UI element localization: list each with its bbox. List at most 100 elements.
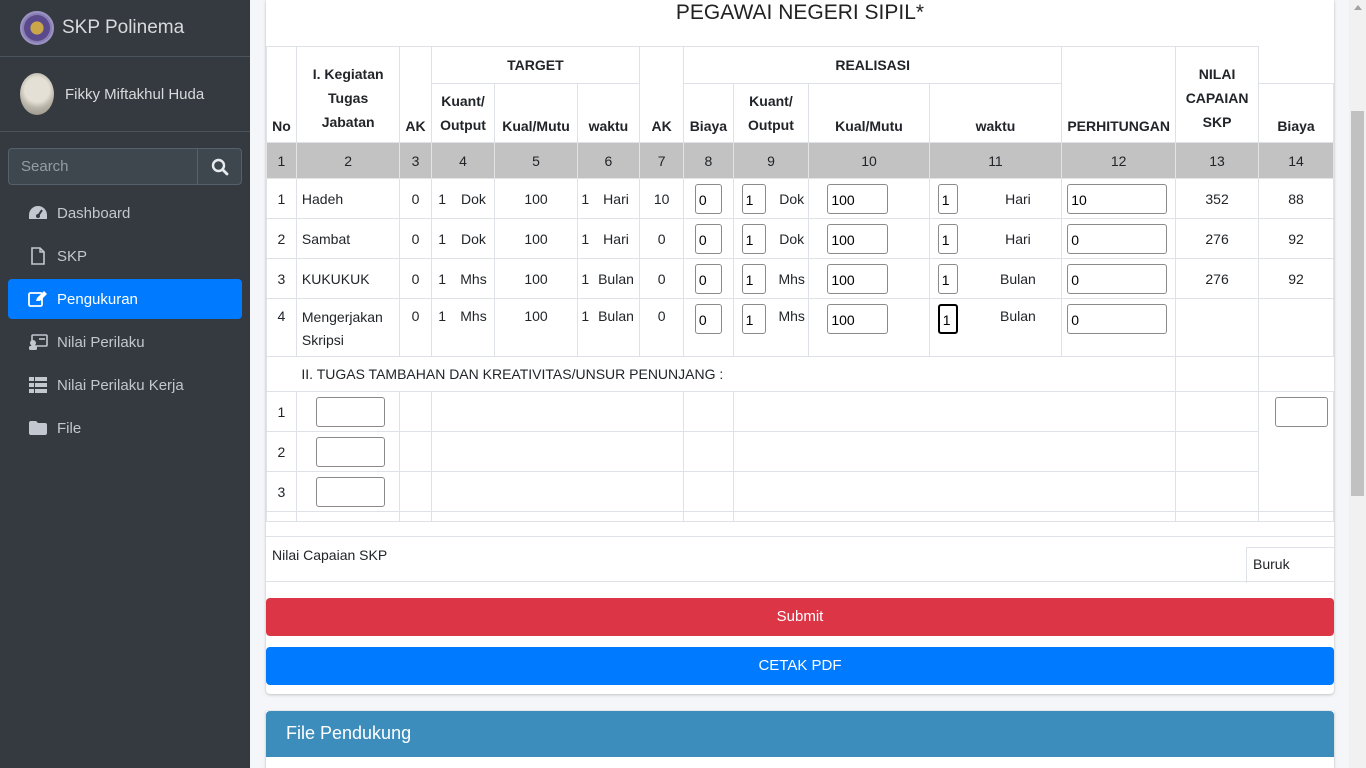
row-t-biaya: 10: [639, 178, 685, 219]
realisasi-waktu-input[interactable]: [937, 263, 958, 294]
row-r-kual-cell: [808, 178, 930, 219]
header-target: TARGET: [430, 46, 641, 84]
realisasi-kuant-input[interactable]: [741, 223, 766, 254]
section2-kegiatan-input[interactable]: [315, 436, 385, 467]
section2-spacer: [266, 356, 297, 392]
realisasi-kuant-input[interactable]: [741, 304, 766, 334]
row-perhitungan: [1175, 298, 1259, 357]
row-r-waktu-cell: [928, 218, 975, 259]
section2-input-cell: [295, 471, 401, 512]
sidebar-item-nilai-perilaku-kerja[interactable]: Nilai Perilaku Kerja: [8, 365, 242, 405]
sidebar-search: [8, 148, 242, 185]
user-name[interactable]: Fikky Miftakhul Huda: [65, 86, 204, 103]
section2-row: 1: [266, 391, 1334, 512]
row-t-kual: 100: [494, 258, 578, 299]
row-r-waktu-cell: [928, 258, 975, 299]
empty-cell: [399, 391, 432, 432]
scrollbar-thumb[interactable]: [1351, 111, 1364, 496]
realisasi-kuant-input[interactable]: [741, 183, 766, 214]
nilai-capaian-row: Nilai Capaian SKP Buruk: [266, 536, 1334, 583]
row-t-unit: Mhs: [452, 258, 496, 299]
sidebar-item-pengukuran[interactable]: Pengukuran: [8, 279, 242, 319]
row-r-waktu-cell: [928, 298, 975, 357]
realisasi-kuant-input[interactable]: [741, 263, 766, 294]
realisasi-ak-input[interactable]: [694, 223, 722, 254]
page-scrollbar[interactable]: [1349, 0, 1366, 768]
row-no: 2: [266, 218, 297, 259]
realisasi-ak-input[interactable]: [694, 183, 722, 214]
scroll-up-arrow-icon[interactable]: [1354, 5, 1362, 10]
realisasi-waktu-input[interactable]: [937, 183, 958, 214]
row-r-kuant-cell: [732, 258, 776, 299]
row-r-ak-cell: [683, 178, 734, 219]
page-title: PEGAWAI NEGERI SIPIL*: [675, 1, 925, 24]
id-card-icon: [28, 333, 48, 351]
skp-table: No I. Kegiatan Tugas Jabatan AK TARGET A…: [266, 46, 1334, 522]
col-num: 2: [295, 142, 401, 179]
realisasi-kual-input[interactable]: [827, 304, 889, 334]
realisasi-biaya-input[interactable]: [1067, 183, 1168, 214]
row-t-waktu: 1: [576, 218, 593, 259]
sidebar-item-label: Dashboard: [57, 204, 131, 222]
row-t-unit: Dok: [452, 218, 496, 259]
section2-kegiatan-input[interactable]: [315, 396, 385, 427]
sidebar-item-file[interactable]: File: [8, 408, 242, 448]
realisasi-ak-input[interactable]: [694, 304, 722, 334]
empty-cell: [732, 511, 1177, 522]
realisasi-waktu-input[interactable]: [937, 223, 958, 254]
row-r-biaya-cell: [1061, 258, 1177, 299]
col-num: 11: [928, 142, 1063, 179]
submit-button[interactable]: Submit: [266, 598, 1334, 636]
row-t-biaya: 0: [639, 258, 685, 299]
empty-cell: [1175, 391, 1259, 432]
section2-header-row: II. TUGAS TAMBAHAN DAN KREATIVITAS/UNSUR…: [266, 356, 1334, 392]
col-num: 13: [1175, 142, 1259, 179]
section2-input-cell: [295, 431, 401, 472]
section2-spacer-row: [266, 511, 1334, 522]
col-num: 9: [732, 142, 810, 179]
realisasi-ak-input[interactable]: [694, 263, 722, 294]
realisasi-kual-input[interactable]: [827, 183, 889, 214]
realisasi-biaya-input[interactable]: [1067, 223, 1168, 254]
row-t-waktu: 1: [576, 178, 593, 219]
realisasi-kual-input[interactable]: [827, 263, 889, 294]
empty-cell: [430, 511, 685, 522]
file-pendukung-card: File Pendukung: [266, 711, 1334, 768]
search-icon: [211, 158, 228, 175]
realisasi-waktu-input[interactable]: [937, 304, 958, 334]
brand-logo: [20, 11, 54, 45]
realisasi-biaya-input[interactable]: [1067, 304, 1168, 334]
user-panel[interactable]: Fikky Miftakhul Huda: [0, 57, 250, 132]
section2-input-cell: [295, 391, 401, 432]
empty-cell: [430, 391, 685, 432]
empty-cell: [683, 391, 734, 432]
section2-kegiatan-input[interactable]: [315, 476, 385, 507]
header-r-kuant: Kuant/ Output: [732, 83, 810, 143]
sidebar-item-label: Nilai Perilaku: [57, 333, 145, 351]
search-input[interactable]: [8, 148, 197, 185]
header-nilai-capaian: NILAI CAPAIAN SKP: [1175, 46, 1259, 143]
sidebar-item-nilai-perilaku[interactable]: Nilai Perilaku: [8, 322, 242, 362]
search-button[interactable]: [197, 148, 242, 185]
row-r-unit: Mhs: [775, 298, 810, 357]
empty-cell: [430, 471, 685, 512]
realisasi-biaya-input[interactable]: [1067, 263, 1168, 294]
row-t-waktu-unit: Hari: [592, 218, 641, 259]
row-nilai: 92: [1258, 258, 1334, 299]
header-t-waktu: waktu: [576, 83, 641, 143]
sidebar-item-dashboard[interactable]: Dashboard: [8, 193, 242, 233]
row-ak: 0: [399, 258, 432, 299]
header-t-biaya: Biaya: [683, 83, 734, 143]
row-t-unit: Mhs: [452, 298, 496, 357]
row-t-kual: 100: [494, 178, 578, 219]
brand-link[interactable]: SKP Polinema: [0, 0, 250, 57]
row-r-unit: Dok: [775, 178, 810, 219]
empty-cell: [683, 431, 734, 472]
sidebar-item-skp[interactable]: SKP: [8, 236, 242, 276]
cetak-pdf-button[interactable]: CETAK PDF: [266, 647, 1334, 685]
section2-nilai-input[interactable]: [1275, 397, 1328, 427]
realisasi-kual-input[interactable]: [827, 223, 889, 254]
col-num: 1: [266, 142, 297, 179]
empty-cell: [1175, 511, 1259, 522]
row-perhitungan: 276: [1175, 258, 1259, 299]
